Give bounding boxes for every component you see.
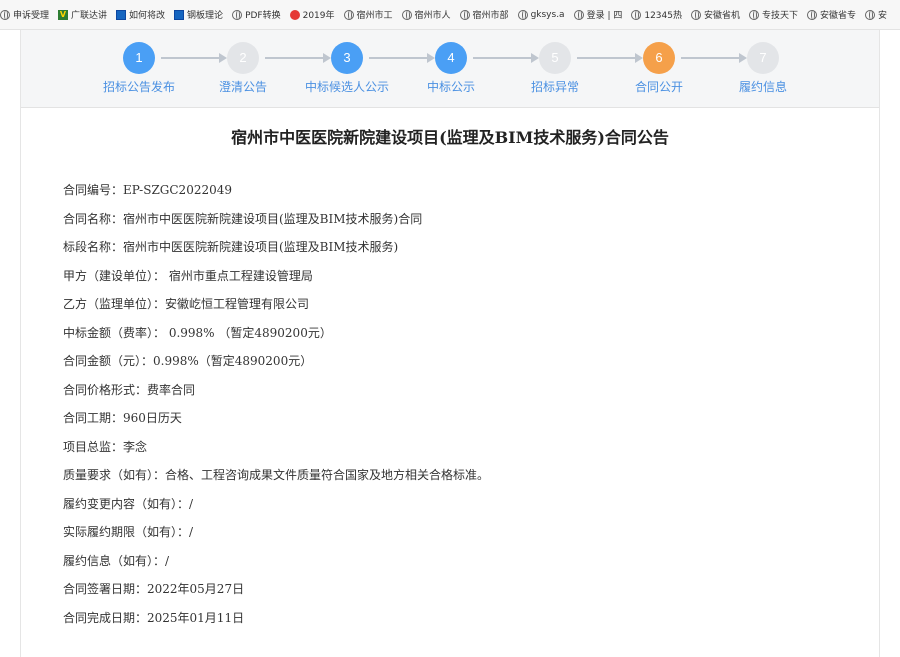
field-chief-supervisor: 项目总监：李念 bbox=[63, 439, 148, 454]
step-number: 7 bbox=[747, 42, 779, 74]
field-price-form: 合同价格形式：费率合同 bbox=[63, 382, 196, 397]
step-label: 招标公告发布 bbox=[102, 80, 175, 94]
bookmark-item[interactable]: 如何将改 bbox=[116, 8, 165, 21]
step-performance-info[interactable]: 7 履约信息 bbox=[703, 30, 823, 108]
bookmark-item[interactable]: 安徽省专 bbox=[807, 8, 856, 21]
progress-steps: 1 招标公告发布 2 澄清公告 3 中标候选人公示 4 中标公示 5 招标异常 … bbox=[21, 30, 879, 108]
step-number: 1 bbox=[123, 42, 155, 74]
globe-icon bbox=[343, 9, 354, 20]
step-number: 5 bbox=[539, 42, 571, 74]
step-number: 3 bbox=[331, 42, 363, 74]
step-number: 4 bbox=[435, 42, 467, 74]
bookmark-label: 安徽省机 bbox=[703, 11, 740, 21]
bookmark-label: 安徽省专 bbox=[820, 11, 857, 21]
bookmark-item[interactable]: 2019年 bbox=[289, 8, 335, 21]
bookmark-label: 如何将改 bbox=[129, 11, 166, 21]
bookmark-label: 钢板理论 bbox=[187, 11, 224, 21]
bookmark-label: 2019年 bbox=[302, 11, 335, 21]
square-logo-icon bbox=[174, 9, 185, 20]
field-party-a: 甲方（建设单位）： 宿州市重点工程建设管理局 bbox=[63, 268, 313, 283]
bookmark-label: 广联达讲 bbox=[71, 11, 108, 21]
bookmarks-bar: 申诉受理 V 广联达讲 如何将改 钢板理论 PDF转换 2019年 宿州市工 宿州… bbox=[0, 0, 900, 30]
step-bid-exception[interactable]: 5 招标异常 bbox=[495, 30, 615, 108]
step-bid-announcement[interactable]: 1 招标公告发布 bbox=[79, 30, 199, 108]
red-logo-icon bbox=[289, 9, 300, 20]
field-quality: 质量要求（如有）：合格、工程咨询成果文件质量符合国家及地方相关合格标准。 bbox=[63, 468, 490, 482]
bookmark-label: 宿州市部 bbox=[472, 11, 509, 21]
bookmark-item[interactable]: 宿州市人 bbox=[401, 8, 451, 21]
bookmark-item[interactable]: 钢板理论 bbox=[174, 8, 223, 21]
step-number: 2 bbox=[227, 42, 259, 74]
step-candidate-notice[interactable]: 3 中标候选人公示 bbox=[287, 30, 407, 108]
globe-icon bbox=[459, 9, 470, 20]
step-clarification[interactable]: 2 澄清公告 bbox=[183, 30, 303, 108]
bookmark-item[interactable]: PDF转换 bbox=[232, 8, 281, 21]
step-label: 履约信息 bbox=[738, 80, 787, 94]
contract-fields: 合同编号：EP-SZGC2022049 合同名称：宿州市中医医院新院建设项目(监… bbox=[63, 180, 489, 636]
bookmark-label: PDF转换 bbox=[245, 11, 281, 21]
bookmark-item[interactable]: 专技天下 bbox=[749, 8, 798, 21]
globe-icon bbox=[749, 9, 759, 20]
page-title: 宿州市中医医院新院建设项目(监理及BIM技术服务)合同公告 bbox=[231, 128, 669, 147]
step-label: 中标候选人公示 bbox=[304, 80, 389, 94]
bookmark-item[interactable]: 安 bbox=[865, 8, 887, 21]
field-completion-date: 合同完成日期：2025年01月11日 bbox=[63, 610, 245, 625]
v-logo-icon: V bbox=[58, 9, 69, 20]
bookmark-label: 宿州市工 bbox=[356, 11, 393, 21]
bookmark-item[interactable]: gksys.a bbox=[517, 9, 565, 20]
field-sign-date: 合同签署日期：2022年05月27日 bbox=[63, 582, 245, 596]
field-contract-name: 合同名称：宿州市中医医院新院建设项目(监理及BIM技术服务)合同 bbox=[63, 211, 423, 226]
globe-icon bbox=[517, 9, 528, 20]
step-label: 合同公开 bbox=[634, 80, 683, 94]
bookmark-label: 宿州市人 bbox=[414, 11, 451, 21]
globe-icon bbox=[865, 9, 876, 20]
globe-icon bbox=[401, 9, 412, 20]
field-actual-period: 实际履约期限（如有）：/ bbox=[63, 525, 194, 539]
step-label: 澄清公告 bbox=[218, 80, 267, 94]
square-logo-icon bbox=[116, 9, 127, 20]
bookmark-label: 申诉受理 bbox=[13, 11, 50, 21]
field-contract-number: 合同编号：EP-SZGC2022049 bbox=[63, 183, 233, 197]
step-number: 6 bbox=[643, 42, 675, 74]
bookmark-label: 登录 | 四 bbox=[586, 11, 623, 21]
globe-icon bbox=[690, 9, 701, 20]
field-change-content: 履约变更内容（如有）：/ bbox=[63, 496, 194, 511]
step-contract-public[interactable]: 6 合同公开 bbox=[599, 30, 719, 108]
bookmark-item[interactable]: 宿州市工 bbox=[343, 8, 393, 21]
step-label: 中标公示 bbox=[426, 80, 475, 94]
bookmark-label: 安 bbox=[878, 11, 888, 21]
bookmark-label: gksys.a bbox=[530, 9, 565, 20]
bookmark-item[interactable]: 12345热 bbox=[631, 8, 682, 21]
step-label: 招标异常 bbox=[530, 80, 579, 94]
step-award-notice[interactable]: 4 中标公示 bbox=[391, 30, 511, 108]
field-bid-amount: 中标金额（费率）： 0.998% （暂定4890200元） bbox=[63, 325, 332, 340]
globe-icon bbox=[631, 9, 642, 20]
field-contract-amount: 合同金额（元）：0.998%（暂定4890200元） bbox=[63, 354, 313, 368]
globe-icon bbox=[0, 9, 10, 20]
announcement-panel: 1 招标公告发布 2 澄清公告 3 中标候选人公示 4 中标公示 5 招标异常 … bbox=[20, 30, 880, 657]
bookmark-item[interactable]: 宿州市部 bbox=[459, 8, 509, 21]
bookmark-item[interactable]: 安徽省机 bbox=[690, 8, 740, 21]
bookmark-label: 12345热 bbox=[644, 11, 682, 21]
field-duration: 合同工期：960日历天 bbox=[63, 411, 182, 425]
field-performance-info: 履约信息（如有）：/ bbox=[63, 553, 170, 568]
field-party-b: 乙方（监理单位）：安徽屹恒工程管理有限公司 bbox=[63, 297, 310, 311]
bookmark-item[interactable]: V 广联达讲 bbox=[58, 8, 107, 21]
field-section-name: 标段名称：宿州市中医医院新院建设项目(监理及BIM技术服务) bbox=[63, 240, 399, 254]
globe-icon bbox=[232, 9, 243, 20]
globe-icon bbox=[573, 9, 584, 20]
globe-icon bbox=[807, 9, 818, 20]
bookmark-item[interactable]: 申诉受理 bbox=[0, 8, 49, 21]
bookmark-label: 专技天下 bbox=[762, 11, 799, 21]
bookmark-item[interactable]: 登录 | 四 bbox=[573, 8, 623, 21]
